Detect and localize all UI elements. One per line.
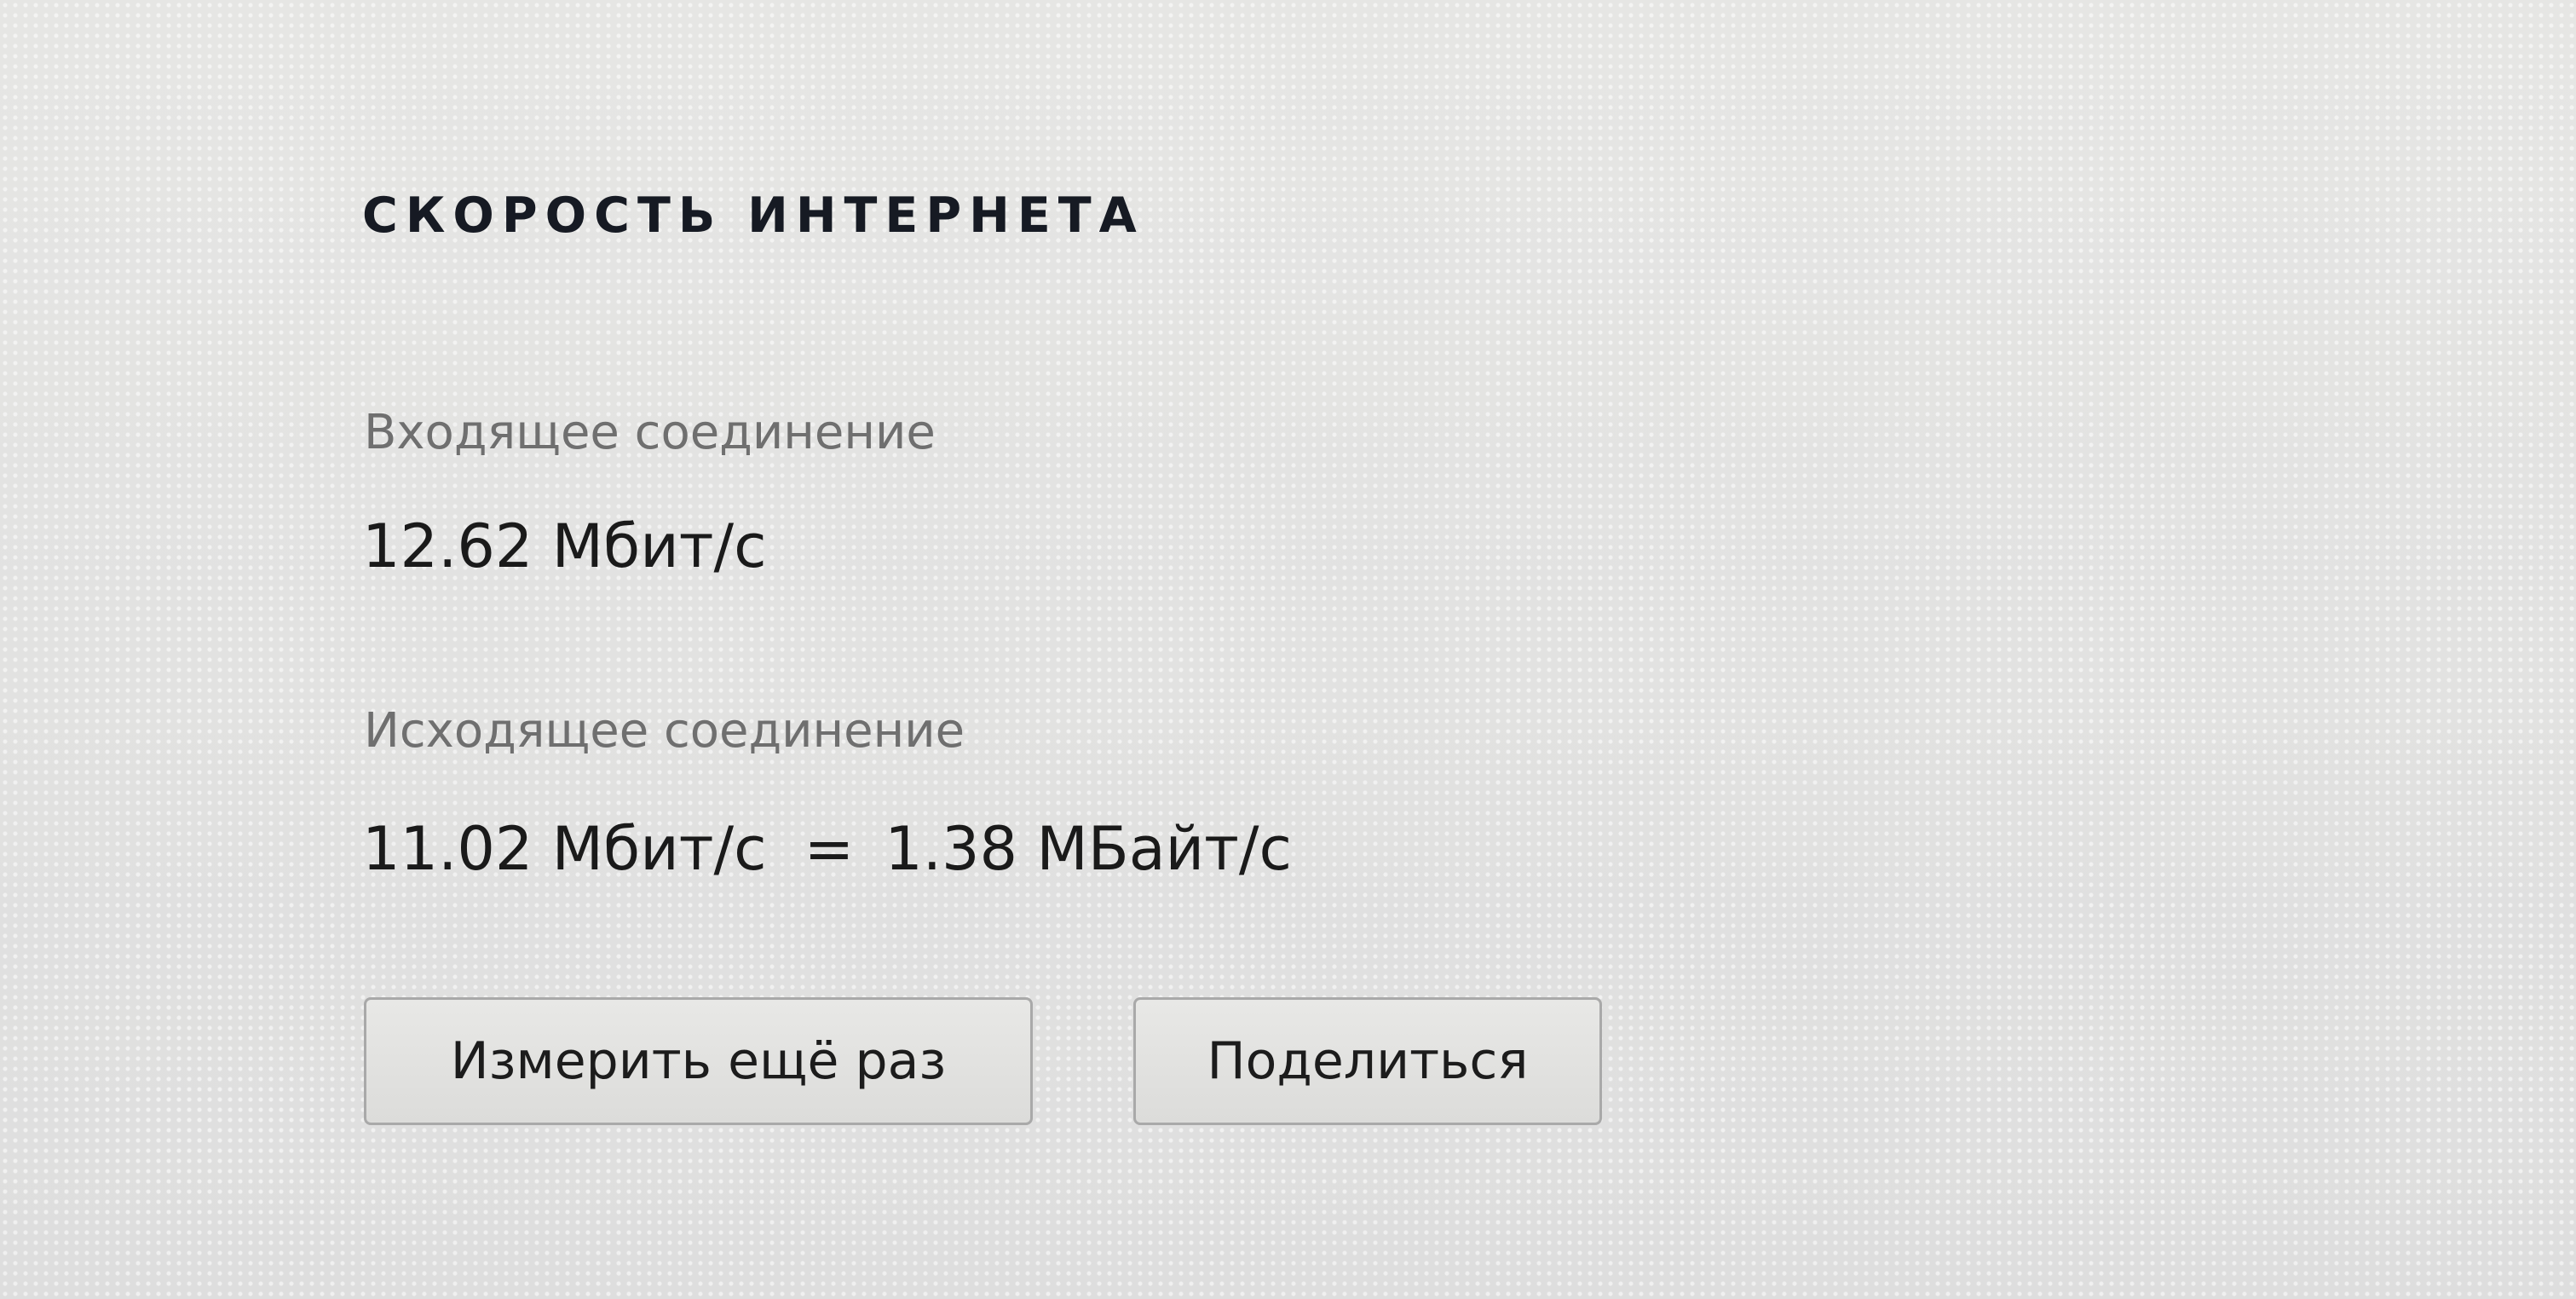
outgoing-speed-value: 11.02 Мбит/с [362,814,767,884]
measure-again-button[interactable]: Измерить ещё раз [364,997,1033,1125]
equals-sign: = [804,814,855,884]
share-button[interactable]: Поделиться [1133,997,1602,1125]
incoming-speed-value: 12.62 Мбит/с [362,511,767,581]
outgoing-connection-label: Исходящее соединение [364,703,965,759]
outgoing-speed-bytes-value: 1.38 МБайт/с [885,814,1292,884]
page-title: СКОРОСТЬ ИНТЕРНЕТА [362,188,1144,244]
internet-speed-panel: СКОРОСТЬ ИНТЕРНЕТА Входящее соединение 1… [362,188,1726,1168]
outgoing-speed-row: 11.02 Мбит/с = 1.38 МБайт/с [362,814,1292,884]
incoming-connection-label: Входящее соединение [364,405,936,460]
